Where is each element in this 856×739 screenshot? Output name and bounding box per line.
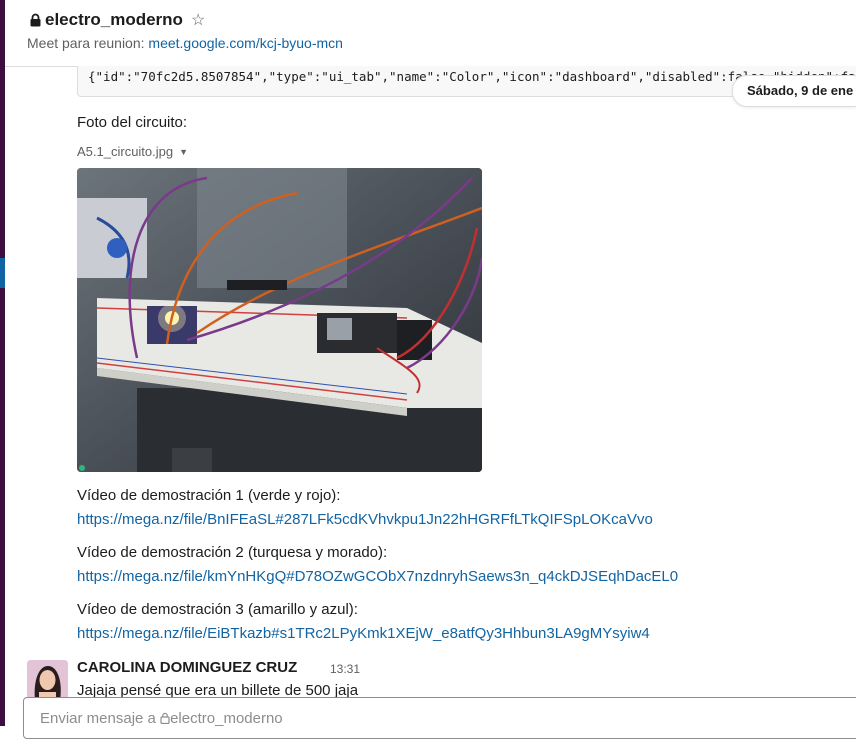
file-attachment-header[interactable]: A5.1_circuito.jpg ▼ [77,144,188,159]
circuit-photo[interactable] [77,168,482,472]
message-composer[interactable]: Enviar mensaje a electro_moderno [23,697,856,739]
video-link-1[interactable]: https://mega.nz/file/BnIFEaSL#287LFk5cdK… [77,511,653,528]
lock-icon [30,13,41,27]
avatar[interactable] [27,660,68,701]
composer-channel: electro_moderno [170,710,283,727]
workspace-sidebar-edge [0,0,5,726]
caret-down-icon[interactable]: ▼ [179,147,188,157]
date-divider-label: Sábado, 9 de ene [747,83,854,98]
composer-placeholder: Enviar mensaje a electro_moderno [40,710,283,727]
circuit-photo-image [77,168,482,472]
channel-header: electro_moderno ☆ Meet para reunion: mee… [5,0,856,67]
channel-topic: Meet para reunion: meet.google.com/kcj-b… [27,35,343,51]
sidebar-active-indicator [0,258,5,288]
video-link-2[interactable]: https://mega.nz/file/kmYnHKgQ#D78OZwGCOb… [77,568,678,585]
date-divider[interactable]: Sábado, 9 de ene [732,75,856,107]
avatar-image [27,660,68,701]
topic-link[interactable]: meet.google.com/kcj-byuo-mcn [148,35,343,51]
video-label-2: Vídeo de demostración 2 (turquesa y mora… [77,544,388,561]
channel-title[interactable]: electro_moderno ☆ [29,10,205,30]
video-label-3: Vídeo de demostración 3 (amarillo y azul… [77,601,358,618]
lock-icon [160,712,170,725]
topic-prefix: Meet para reunion: [27,35,145,51]
composer-placeholder-prefix: Enviar mensaje a [40,710,156,727]
message-author[interactable]: CAROLINA DOMINGUEZ CRUZ [77,659,297,676]
channel-name[interactable]: electro_moderno [45,10,183,30]
photo-caption: Foto del circuito: [77,114,188,131]
video-link-3[interactable]: https://mega.nz/file/EiBTkazb#s1TRc2LPyK… [77,625,650,642]
file-name[interactable]: A5.1_circuito.jpg [77,144,173,159]
message-timestamp[interactable]: 13:31 [330,662,360,676]
video-label-1: Vídeo de demostración 1 (verde y rojo): [77,487,341,504]
star-icon[interactable]: ☆ [191,10,205,30]
